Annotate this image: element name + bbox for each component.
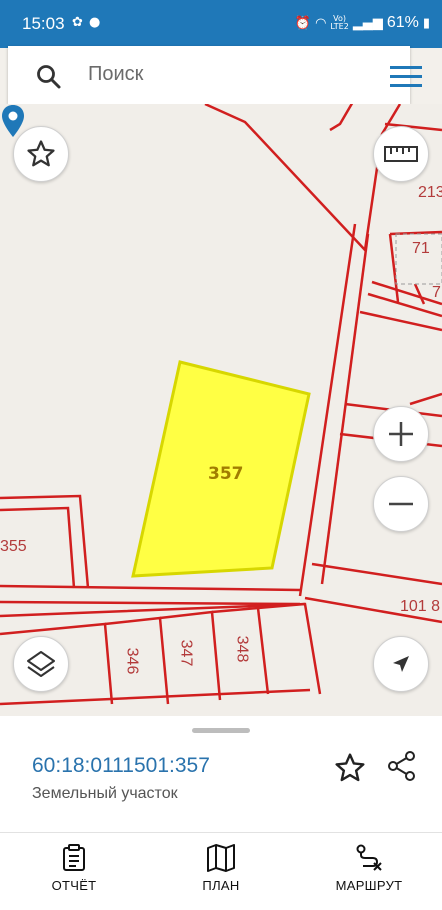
clipboard-icon xyxy=(63,844,85,871)
parcel-label: 101 8 xyxy=(400,598,441,615)
lte-indicator: Vo) LTE2 xyxy=(330,15,348,31)
object-type: Земельный участок xyxy=(32,785,178,802)
parcel-label: 71 xyxy=(412,240,430,257)
signal-icon: ▂▄▆ xyxy=(352,15,383,31)
cadastral-map xyxy=(0,104,442,706)
route-button[interactable]: МАРШРУТ xyxy=(314,844,424,893)
ruler-button[interactable] xyxy=(373,126,429,182)
divider xyxy=(0,832,442,833)
parcel-label: 346 xyxy=(123,647,141,675)
parcel-label: 355 xyxy=(0,538,27,555)
report-label: ОТЧЁТ xyxy=(51,878,97,893)
plan-button[interactable]: ПЛАН xyxy=(166,844,276,893)
route-label: МАРШРУТ xyxy=(335,878,403,893)
search-input[interactable]: Поиск xyxy=(88,63,143,86)
star-icon xyxy=(27,140,55,167)
ruler-icon xyxy=(384,146,418,162)
favorite-map-button[interactable] xyxy=(13,126,69,182)
parcel-label: 348 xyxy=(233,635,251,663)
map-view[interactable]: 213 71 7 357 355 101 8 346 347 348 xyxy=(0,104,442,716)
my-location-button[interactable] xyxy=(373,636,429,692)
navigation-arrow-icon xyxy=(393,656,409,672)
parcel-label: 213 xyxy=(418,184,442,201)
battery-icon: ▮ xyxy=(422,15,430,31)
menu-icon[interactable] xyxy=(390,66,422,88)
zoom-in-button[interactable] xyxy=(373,406,429,462)
sheet-drag-handle[interactable] xyxy=(192,728,250,733)
wifi-icon: ◠ xyxy=(315,15,327,31)
report-button[interactable]: ОТЧЁТ xyxy=(19,844,129,893)
map-icon xyxy=(207,844,235,872)
zoom-out-button[interactable] xyxy=(373,476,429,532)
search-icon[interactable] xyxy=(36,64,62,90)
parcel-label: 7 xyxy=(432,284,441,301)
search-bar[interactable]: Поиск xyxy=(8,46,422,104)
parcel-label: 347 xyxy=(177,639,195,667)
layers-button[interactable] xyxy=(13,636,69,692)
object-details-sheet: 60:18:0111501:357 Земельный участок ОТЧЁ… xyxy=(0,716,442,910)
status-bar: 15:03 ✿ ● ⏰ ◠ Vo) LTE2 ▂▄▆ 61% ▮ xyxy=(0,0,442,48)
status-right: ⏰ ◠ Vo) LTE2 ▂▄▆ 61% ▮ xyxy=(295,14,430,32)
battery-level: 61% xyxy=(386,14,419,31)
plus-icon xyxy=(389,422,413,446)
lte-bottom: LTE2 xyxy=(330,22,349,31)
cadastral-number[interactable]: 60:18:0111501:357 xyxy=(32,754,210,778)
layers-icon xyxy=(27,651,55,677)
alarm-icon: ⏰ xyxy=(294,15,312,31)
selected-parcel-label: 357 xyxy=(208,464,244,484)
route-icon xyxy=(356,844,382,871)
minus-icon xyxy=(389,502,413,506)
plan-label: ПЛАН xyxy=(202,878,240,893)
favorite-star-icon[interactable] xyxy=(334,752,366,784)
share-icon[interactable] xyxy=(386,750,418,782)
notification-icons: ✿ ● xyxy=(72,15,102,30)
status-time: 15:03 xyxy=(22,14,65,33)
